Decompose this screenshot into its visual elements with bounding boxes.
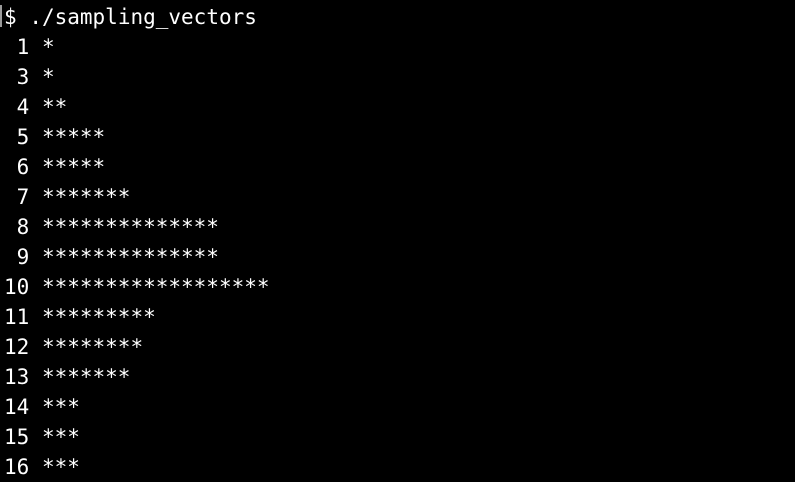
output-row: 14 ***: [4, 392, 795, 422]
row-label: 12: [4, 335, 30, 359]
output-row: 16 ***: [4, 452, 795, 482]
row-stars: *******: [41, 185, 131, 209]
output-row: 13 *******: [4, 362, 795, 392]
output-row: 3 *: [4, 62, 795, 92]
row-stars: **************: [41, 215, 219, 239]
output-row: 5 *****: [4, 122, 795, 152]
row-label: 13: [4, 365, 30, 389]
output-row: 10 ******************: [4, 272, 795, 302]
row-label: 1: [16, 35, 30, 59]
row-label: 6: [16, 155, 30, 179]
output-row: 1 *: [4, 32, 795, 62]
output-row: 12 ********: [4, 332, 795, 362]
row-label: 14: [4, 395, 30, 419]
output-row: 15 ***: [4, 422, 795, 452]
output-row: 7 *******: [4, 182, 795, 212]
cursor-bar: [0, 5, 2, 27]
row-label: 5: [16, 125, 30, 149]
output-row: 11 *********: [4, 302, 795, 332]
output-row: 6 *****: [4, 152, 795, 182]
terminal-window[interactable]: $ ./sampling_vectors 1 * 3 * 4 ** 5 ****…: [0, 0, 795, 482]
row-stars: *****: [41, 125, 106, 149]
row-stars: ******************: [41, 275, 270, 299]
row-label: 11: [4, 305, 30, 329]
row-stars: *****: [41, 155, 106, 179]
row-stars: *: [41, 35, 55, 59]
output-row: 4 **: [4, 92, 795, 122]
row-stars: **************: [41, 245, 219, 269]
row-label: 16: [4, 455, 30, 479]
row-label: 3: [16, 65, 30, 89]
row-stars: ***: [41, 395, 80, 419]
row-stars: *******: [41, 365, 131, 389]
row-label: 15: [4, 425, 30, 449]
row-stars: *: [41, 65, 55, 89]
row-stars: ***: [41, 455, 80, 479]
prompt-symbol: $: [4, 5, 17, 29]
row-label: 10: [4, 275, 30, 299]
row-stars: *********: [41, 305, 156, 329]
row-label: 7: [16, 185, 30, 209]
output-row: 8 **************: [4, 212, 795, 242]
row-stars: ********: [41, 335, 144, 359]
command-text: ./sampling_vectors: [29, 5, 257, 29]
row-label: 4: [16, 95, 30, 119]
row-label: 9: [16, 245, 30, 269]
output-row: 9 **************: [4, 242, 795, 272]
row-stars: **: [41, 95, 68, 119]
command-line: $ ./sampling_vectors: [4, 2, 795, 32]
row-label: 8: [16, 215, 30, 239]
row-stars: ***: [41, 425, 80, 449]
